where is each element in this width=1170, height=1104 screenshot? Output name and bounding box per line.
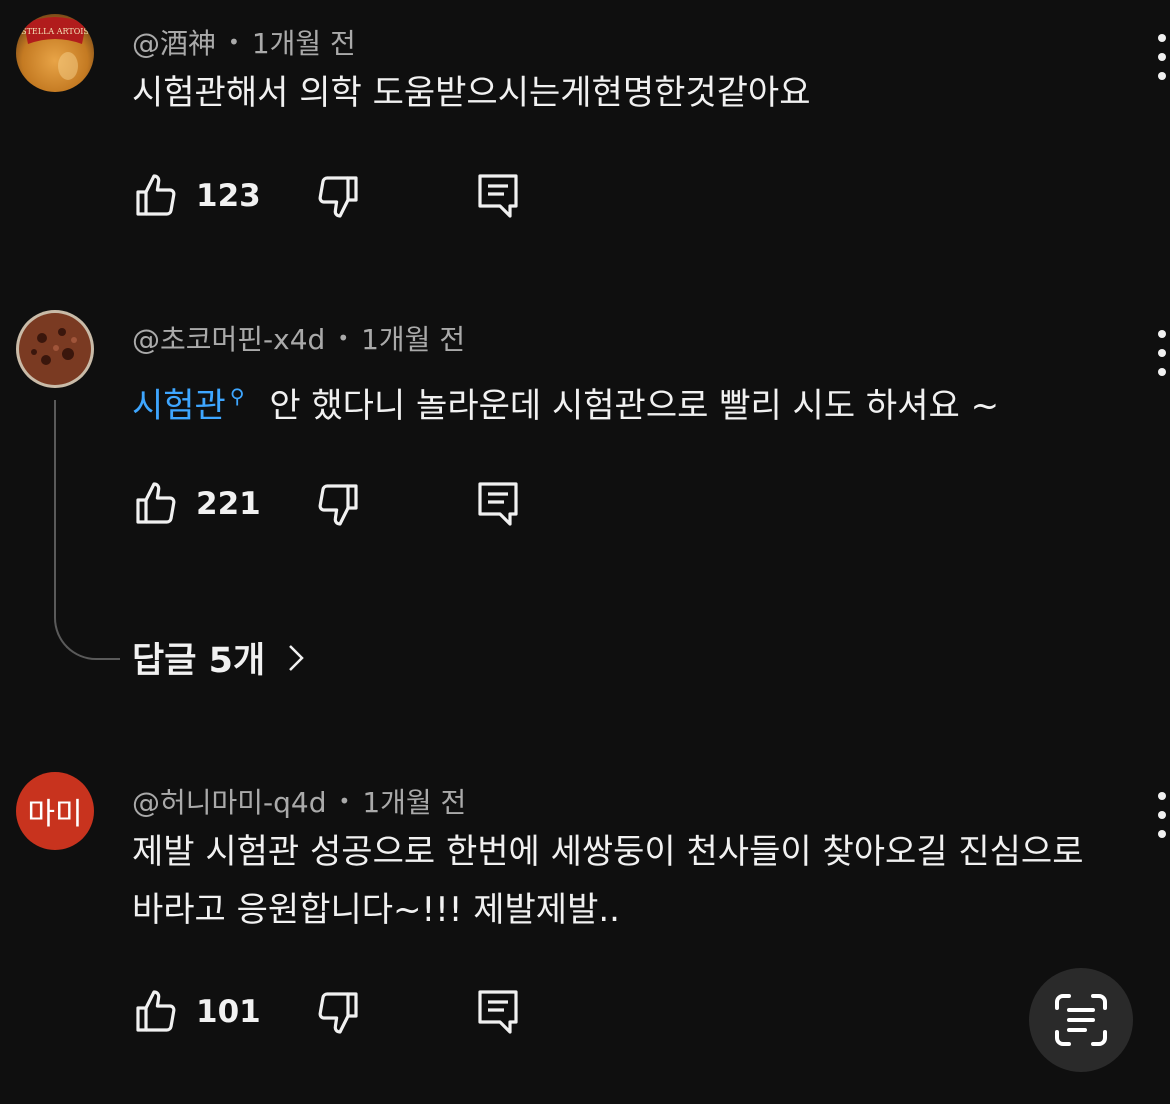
avatar[interactable]: STELLA ARTOIS	[16, 14, 94, 92]
like-icon[interactable]	[132, 480, 180, 528]
comment-time: 1개월 전	[361, 323, 466, 356]
more-options-button[interactable]	[1157, 330, 1167, 376]
reply-icon[interactable]	[476, 480, 520, 528]
text-scan-icon	[1055, 994, 1107, 1046]
comment-author[interactable]: @酒神	[132, 22, 216, 62]
dislike-icon[interactable]	[314, 988, 362, 1036]
comments-panel: STELLA ARTOIS @酒神 • 1개월 전 시험관해서 의학 도움받으시…	[0, 0, 1170, 1104]
reply-icon[interactable]	[476, 172, 520, 220]
comment-time: 1개월 전	[362, 786, 467, 819]
search-icon[interactable]: ⚲	[230, 384, 245, 408]
comment-text-line: 제발 시험관 성공으로 한번에 세쌍둥이 천사들이 찾아오길 진심으로	[132, 832, 1084, 872]
reply-icon[interactable]	[476, 988, 520, 1036]
more-options-button[interactable]	[1157, 34, 1167, 80]
comment-meta: @초코머핀-x4d • 1개월 전	[132, 318, 465, 358]
separator-dot: •	[337, 326, 350, 350]
text-scan-button[interactable]	[1029, 968, 1133, 1072]
dislike-icon[interactable]	[314, 480, 362, 528]
comment-text: 시험관해서 의학 도움받으시는게현명한것같아요	[132, 73, 811, 113]
separator-dot: •	[338, 789, 351, 813]
cookie-avatar-image	[16, 310, 94, 388]
comment-time: 1개월 전	[251, 27, 356, 60]
view-replies-button[interactable]: 답글 5개	[132, 632, 305, 683]
like-icon[interactable]	[132, 988, 180, 1036]
dislike-icon[interactable]	[314, 172, 362, 220]
comment-meta: @酒神 • 1개월 전	[132, 22, 356, 62]
replies-label: 답글 5개	[132, 641, 266, 681]
comment-meta: @허니마미-q4d • 1개월 전	[132, 781, 466, 821]
comment-author[interactable]: @초코머핀-x4d	[132, 318, 325, 358]
comment-text-row: 시험관 ⚲ 안 했다니 놀라운데 시험관으로 빨리 시도 하셔요 ~	[132, 367, 999, 435]
comment-author[interactable]: @허니마미-q4d	[132, 781, 327, 821]
comment-text-line: 바라고 응원합니다~!!! 제발제발..	[132, 890, 620, 930]
comment-text: 안 했다니 놀라운데 시험관으로 빨리 시도 하셔요 ~	[269, 386, 1000, 426]
avatar[interactable]: 마미	[16, 772, 94, 850]
like-count: 123	[196, 178, 261, 214]
like-icon[interactable]	[132, 172, 180, 220]
more-options-button[interactable]	[1157, 792, 1167, 838]
beer-glass-avatar-image: STELLA ARTOIS	[16, 14, 94, 92]
avatar[interactable]	[16, 310, 94, 388]
search-link[interactable]: 시험관	[132, 386, 226, 426]
separator-dot: •	[228, 30, 240, 54]
like-count: 221	[196, 486, 261, 522]
avatar-initials: 마미	[27, 797, 83, 832]
thread-connector-line	[54, 400, 120, 660]
avatar-logo-text: STELLA ARTOIS	[21, 27, 89, 36]
chevron-right-icon	[289, 644, 304, 671]
like-count: 101	[196, 994, 261, 1030]
